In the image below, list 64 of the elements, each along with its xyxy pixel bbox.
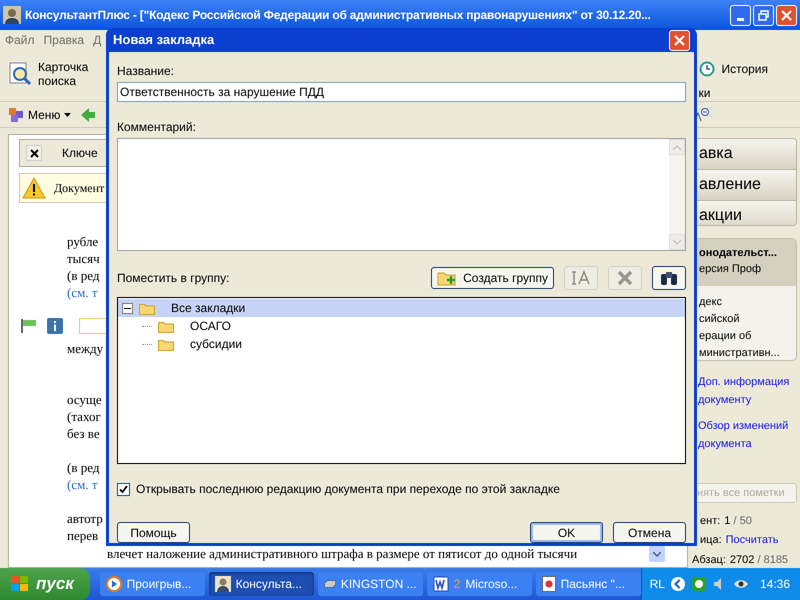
document-text: перев [67,528,98,543]
menu-button[interactable]: Меню [8,106,72,124]
menu-item[interactable]: Правка [44,31,84,49]
card-text: министративн... [699,346,781,360]
tree-item-label: субсидии [190,336,242,353]
name-field[interactable]: Ответственность за нарушение ПДД [117,82,686,102]
document-text: без ве [67,426,100,441]
create-group-button[interactable]: Создать группу [431,267,554,289]
toolbar-label[interactable]: ки [698,84,768,102]
checkbox-label: Открывать последнюю редакцию документа при переходе по этой закладке [136,481,560,498]
taskbar-button[interactable]: Проигрыв... [100,572,205,596]
stat-value: 2702 / 8185 [730,552,788,568]
document-text: осуще [67,392,102,407]
document-text: (тахог [67,409,101,424]
stat-label: ент: [700,514,720,529]
taskbar-button[interactable]: Пасьянс "... [536,572,641,596]
dialog-button[interactable]: Помощь [117,522,190,543]
start-button[interactable]: пуск [0,568,90,600]
tree-item[interactable]: Все закладки [118,299,685,317]
window-title: КонсультантПлюс - ["Кодекс Российской Федерации об административных правонарушениях" от 30.12.20... [25,7,651,24]
card-subtitle: ерсия Проф [699,262,762,278]
stat-label: ица: [700,532,722,548]
document-text: (в ред [67,268,100,283]
history-button[interactable]: История [699,60,768,78]
card-title: онодательст... [699,246,778,261]
tree-item-label: Все закладки [171,300,246,317]
panel-link[interactable]: Обзор изменений [698,416,797,435]
card-text: ерации об [699,328,752,344]
group-label: Поместить в группу: [117,270,230,287]
comment-label: Комментарий: [117,119,197,136]
group-tree[interactable]: Все закладки ОСАГО субсидии [117,297,686,464]
panel-link[interactable]: документу [698,390,797,409]
dialog-button[interactable]: Отмена [613,522,686,543]
keyword-label: Ключе [62,145,98,162]
count-link[interactable]: Посчитать [726,532,778,548]
taskbar-button[interactable]: 2 Microso... [426,572,532,596]
document-text: влечет наложение административного штрафа в размере от пятисот до одной тысячи [107,545,578,564]
card-text: сийской [699,312,740,327]
tree-item-label: ОСАГО [190,318,231,335]
document-text: автотр [67,511,103,526]
tree-item[interactable]: ОСАГО [118,317,685,335]
warning-text: Документ [54,180,104,197]
stat-label: Абзац: [692,552,726,568]
panel-link[interactable]: Доп. информация [698,372,797,391]
document-link[interactable]: (см. т [67,285,98,300]
name-label: Название: [117,63,175,80]
card-text: декс [699,294,723,310]
language-indicator[interactable]: RL [650,575,665,593]
document-text: между [67,341,104,356]
menu-item[interactable]: Д [93,31,102,49]
search-card-button[interactable]: Карточка поиска [8,60,88,88]
tree-item[interactable]: субсидии [118,335,685,353]
panel-link[interactable]: документа [698,434,797,453]
document-text: тысяч [67,251,100,266]
taskbar-button[interactable]: KINGSTON ... [318,572,423,596]
document-text: (в ред [67,460,100,475]
taskbar-button[interactable]: Консульта... [208,572,314,596]
stat-value: 1 / 50 [724,514,752,529]
menu-item[interactable]: Файл [5,31,35,49]
dialog-button[interactable]: OK [530,522,603,543]
document-text: рубле [67,234,98,249]
clock: 14:36 [760,576,790,593]
dialog-title: Новая закладка [113,31,214,50]
document-link[interactable]: (см. т [67,477,98,492]
